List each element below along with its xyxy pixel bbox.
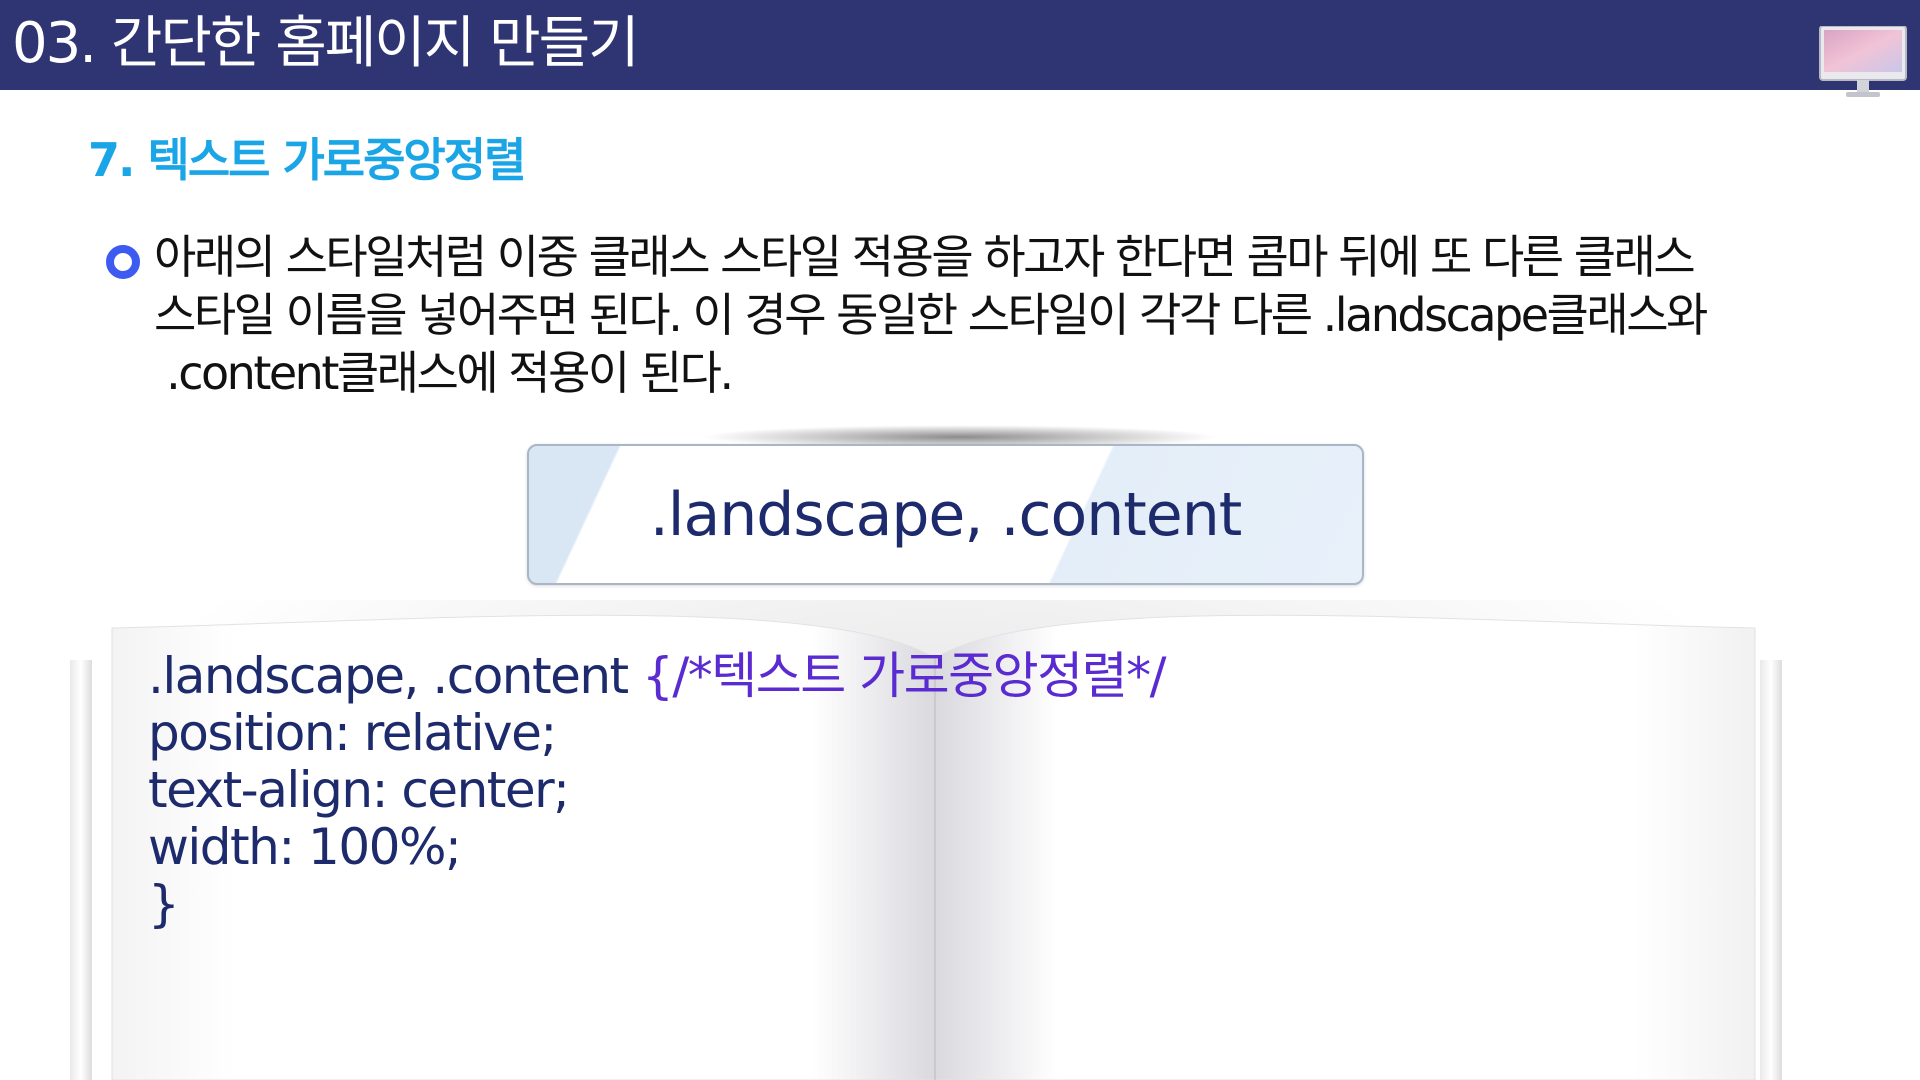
description-paragraph: 아래의 스타일처럼 이중 클래스 스타일 적용을 하고자 한다면 콤마 뒤에 또… xyxy=(154,228,1814,402)
monitor-icon xyxy=(1819,26,1907,97)
css-code-block: .landscape, .content {/*텍스트 가로중앙정렬*/ pos… xyxy=(148,647,1166,933)
header-bar: 03. 간단한 홈페이지 만들기 xyxy=(0,0,1920,97)
code-line-close-brace: } xyxy=(148,875,180,933)
page-title: 03. 간단한 홈페이지 만들기 xyxy=(12,11,640,76)
code-selector: .landscape, .content xyxy=(148,647,643,705)
code-line-text-align: text-align: center; xyxy=(148,761,570,819)
bullet-icon xyxy=(106,245,140,279)
paragraph-line-1: 아래의 스타일처럼 이중 클래스 스타일 적용을 하고자 한다면 콤마 뒤에 또… xyxy=(154,230,1696,284)
code-line-selector: .landscape, .content {/*텍스트 가로중앙정렬*/ xyxy=(148,647,1166,705)
paragraph-line-2: 스타일 이름을 넣어주면 된다. 이 경우 동일한 스타일이 각각 다른 .la… xyxy=(154,288,1708,342)
paragraph-line-3: .content클래스에 적용이 된다. xyxy=(154,346,734,400)
code-line-width: width: 100%; xyxy=(148,818,462,876)
code-line-position: position: relative; xyxy=(148,704,557,762)
section-title: 7. 텍스트 가로중앙정렬 xyxy=(88,133,526,187)
selector-label-text: .landscape, .content xyxy=(649,479,1243,550)
selector-label-box: .landscape, .content xyxy=(527,444,1364,585)
code-comment: {/*텍스트 가로중앙정렬*/ xyxy=(642,647,1166,705)
